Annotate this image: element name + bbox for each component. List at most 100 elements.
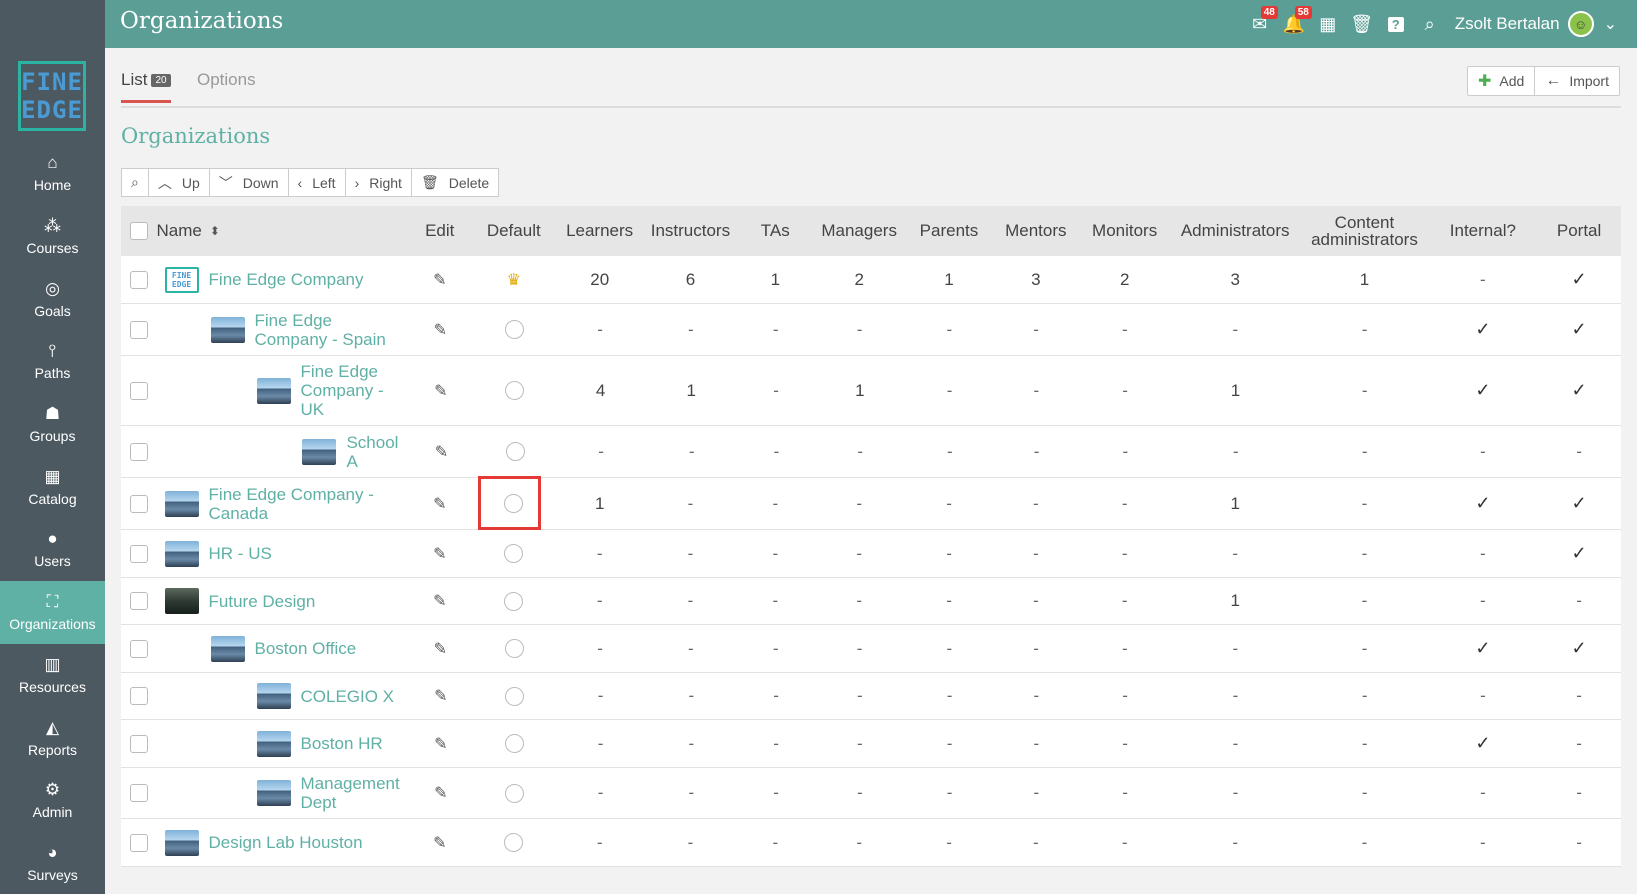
row-checkbox[interactable] [129,544,148,563]
up-button[interactable]: ︿ Up [149,169,210,196]
org-name-link[interactable]: Boston Office [255,639,357,658]
cell-instructors: - [687,832,694,852]
sidebar-item-paths[interactable]: ⫯ Paths [0,330,105,393]
search-icon[interactable]: ⌕ [1413,0,1447,48]
org-image [210,635,245,662]
org-name-link[interactable]: Fine Edge Company - Spain [255,311,409,349]
notifications-icon[interactable]: 🔔 58 [1277,0,1312,48]
left-button[interactable]: ‹ Left [289,169,346,196]
row-checkbox[interactable] [129,494,148,513]
cell-internal: ✓ [1475,638,1491,658]
top-icons: ✉ 48 🔔 58 ▦ 🗑 ? ⌕ Zsolt Bertalan ☺ ⌄ [1243,0,1637,48]
sidebar-item-users[interactable]: ● Users [0,518,105,581]
sidebar-item-home[interactable]: ⌂ Home [0,142,105,205]
user-name[interactable]: Zsolt Bertalan [1455,14,1560,34]
pencil-icon[interactable]: ✎ [433,591,446,611]
default-radio[interactable] [504,591,524,611]
pencil-icon[interactable]: ✎ [434,783,447,803]
row-checkbox[interactable] [129,442,148,461]
pencil-icon[interactable]: ✎ [434,639,447,659]
row-checkbox[interactable] [129,381,148,400]
cell-content-administrators: - [1361,543,1368,563]
default-radio[interactable] [504,320,524,339]
sidebar-item-label: Resources [19,678,86,695]
row-checkbox[interactable] [129,734,148,753]
down-button[interactable]: ﹀ Down [210,169,289,196]
row-checkbox[interactable] [129,270,148,289]
trash-icon[interactable]: 🗑 [1345,0,1379,48]
sidebar-item-admin[interactable]: ⚙ Admin [0,769,105,832]
row-checkbox[interactable] [129,687,148,705]
org-name-link[interactable]: Future Design [209,592,316,611]
cell-internal: - [1480,686,1486,705]
row-checkbox[interactable] [129,320,148,339]
col-name[interactable]: Name ⬍ [157,221,409,241]
org-name-link[interactable]: Design Lab Houston [209,833,363,852]
pencil-icon[interactable]: ✎ [434,320,447,340]
cell-monitors: - [1121,832,1128,852]
surveys-icon: ◕ [47,842,58,862]
sidebar-item-surveys[interactable]: ◕ Surveys [0,832,105,894]
pencil-icon[interactable]: ✎ [433,833,446,853]
row-checkbox[interactable] [129,784,148,802]
org-name-link[interactable]: Fine Edge Company - Canada [209,485,409,523]
default-radio[interactable] [505,734,525,753]
default-radio[interactable] [504,639,524,658]
tab-options[interactable]: Options [197,70,256,90]
org-name-link[interactable]: Boston HR [301,734,383,753]
pencil-icon[interactable]: ✎ [433,270,446,290]
right-button[interactable]: › Right [346,169,412,196]
row-checkbox[interactable] [129,833,148,852]
org-name-link[interactable]: School A [346,433,409,471]
search-button[interactable]: ⌕ [122,169,149,196]
col-managers: Managers [821,221,897,240]
import-button[interactable]: ← Import [1535,67,1619,95]
default-radio[interactable] [505,783,525,803]
org-name-link[interactable]: Management Dept [301,774,410,812]
tab-list[interactable]: List 20 [121,70,171,103]
default-radio[interactable] [504,544,524,563]
cell-monitors: - [1122,319,1128,339]
help-icon[interactable]: ? [1379,0,1413,48]
pencil-icon[interactable]: ✎ [433,494,446,514]
table-row: Fine Edge Company - UK ✎ 4 1 - 1 - - - 1 - ✓ ✓ [121,356,1621,426]
pencil-icon[interactable]: ✎ [434,734,447,754]
sidebar-item-resources[interactable]: ▥ Resources [0,644,105,707]
delete-button[interactable]: 🗑 Delete [412,169,498,196]
cell-tas: - [772,832,779,852]
brand-logo[interactable]: FINE EDGE [18,61,86,131]
org-name-link[interactable]: Fine Edge Company [209,270,364,289]
default-radio[interactable] [505,442,525,461]
sidebar-item-organizations[interactable]: ⛶ Organizations [0,580,105,644]
sidebar-item-catalog[interactable]: ▦ Catalog [0,455,105,518]
org-name-link[interactable]: HR - US [209,544,272,563]
pencil-icon[interactable]: ✎ [435,442,448,462]
select-all-checkbox[interactable] [129,222,148,240]
avatar[interactable]: ☺ [1567,11,1594,37]
pencil-icon[interactable]: ✎ [433,544,446,564]
org-name-link[interactable]: Fine Edge Company - UK [301,362,410,419]
add-button[interactable]: ✚ Add [1468,67,1536,95]
sidebar-item-courses[interactable]: ⁂ Courses [0,205,105,268]
row-checkbox[interactable] [129,592,148,610]
calendar-icon[interactable]: ▦ [1311,0,1345,48]
row-checkbox[interactable] [129,639,148,658]
col-content-administrators: Content administrators [1311,213,1418,249]
pencil-icon[interactable]: ✎ [434,686,447,706]
org-name-link[interactable]: COLEGIO X [301,687,395,706]
default-radio[interactable] [505,381,525,400]
cell-administrators: - [1232,686,1239,705]
cell-monitors: 2 [1119,269,1130,289]
admin-icon: ⚙ [44,780,61,800]
col-monitors: Monitors [1092,221,1158,240]
sidebar-item-reports[interactable]: ◭ Reports [0,706,105,769]
sidebar-item-goals[interactable]: ◎ Goals [0,267,105,330]
section-heading: Organizations [121,124,271,148]
pencil-icon[interactable]: ✎ [434,381,447,401]
sidebar-item-groups[interactable]: ☗ Groups [0,393,105,456]
default-radio[interactable] [504,833,524,852]
messages-icon[interactable]: ✉ 48 [1243,0,1278,48]
chevron-down-icon[interactable]: ⌄ [1604,14,1617,34]
cell-tas: - [772,543,779,563]
default-radio[interactable] [505,686,525,706]
